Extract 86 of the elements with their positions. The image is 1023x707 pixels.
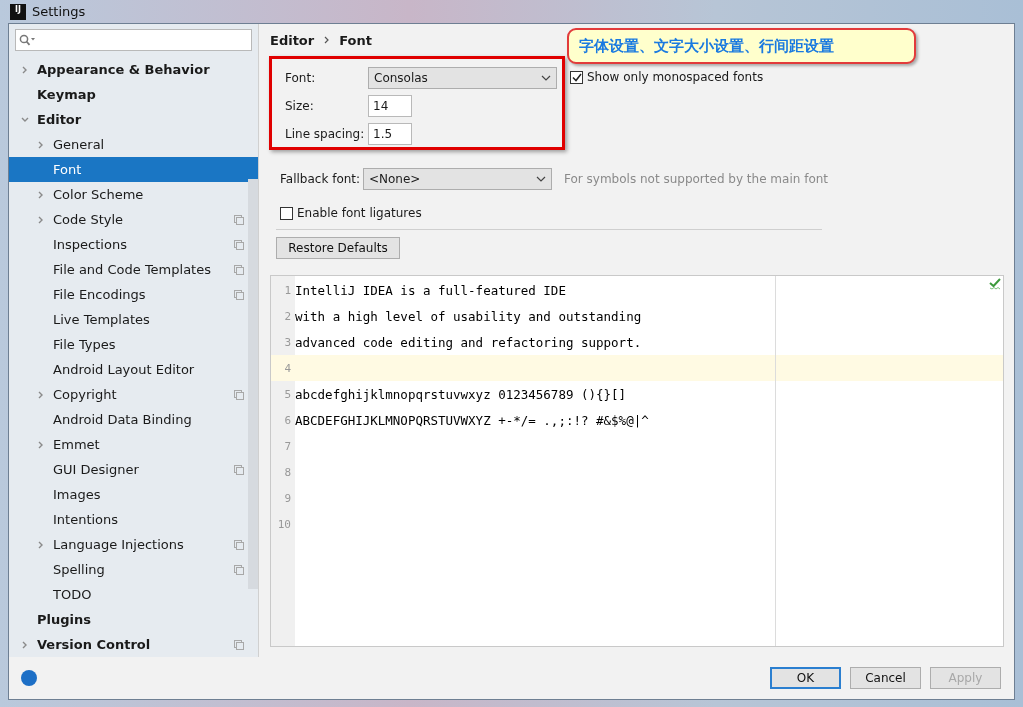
size-field[interactable]: 14 — [368, 95, 412, 117]
field-label: Font: — [285, 71, 317, 85]
fallback-font-dropdown[interactable]: <None> — [363, 168, 552, 190]
line-number: 1 — [283, 283, 292, 297]
sidebar-item[interactable]: Images — [9, 482, 248, 507]
sidebar-item[interactable]: Android Layout Editor — [9, 357, 248, 382]
sidebar-item[interactable]: Version Control — [9, 632, 248, 657]
scrollbar[interactable] — [248, 179, 258, 589]
sidebar-item[interactable]: Appearance & Behavior — [9, 57, 248, 82]
checkbox-label: Show only monospaced fonts — [587, 70, 764, 84]
copy-icon — [234, 464, 244, 475]
sidebar-item[interactable]: Color Scheme — [9, 182, 248, 207]
copy-icon — [234, 564, 244, 575]
line-number: 10 — [276, 517, 292, 531]
chevron-icon[interactable] — [37, 540, 45, 549]
sidebar-item[interactable]: Inspections — [9, 232, 248, 257]
caret-icon — [541, 75, 551, 81]
field-label: Line spacing: — [285, 127, 366, 141]
hint-text: For symbols not supported by the main font — [564, 172, 829, 186]
dialog-button[interactable]: OK — [770, 667, 841, 689]
line-number: 2 — [283, 309, 292, 323]
sidebar-item[interactable]: File and Code Templates — [9, 257, 248, 282]
copy-icon — [234, 639, 244, 650]
font-dropdown[interactable]: Consolas — [368, 67, 557, 89]
check-icon — [989, 278, 1001, 290]
sidebar-item[interactable]: File Encodings — [9, 282, 248, 307]
sidebar-item[interactable]: Font — [9, 157, 258, 182]
sidebar-item[interactable]: Emmet — [9, 432, 248, 457]
annotation-callout: 字体设置、文字大小设置、行间距设置 — [567, 28, 916, 64]
line-number: 9 — [283, 491, 292, 505]
line-number: 5 — [283, 387, 292, 401]
chevron-icon[interactable] — [21, 65, 29, 74]
line-spacing-field[interactable]: 1.5 — [368, 123, 412, 145]
checkbox-label: Enable font ligatures — [297, 206, 422, 220]
sidebar-item[interactable]: Live Templates — [9, 307, 248, 332]
sidebar-item[interactable]: Keymap — [9, 82, 248, 107]
checkbox[interactable] — [570, 70, 583, 84]
app-logo: IJ — [10, 3, 26, 20]
line-number: 7 — [283, 439, 292, 453]
line-number: 3 — [283, 335, 292, 349]
sidebar-item[interactable]: TODO — [9, 582, 248, 607]
chevron-icon[interactable] — [21, 640, 29, 649]
code-line: advanced code editing and refactoring support. — [295, 334, 642, 350]
field-label: Size: — [285, 99, 315, 113]
chevron-icon[interactable] — [37, 140, 45, 149]
copy-icon — [234, 239, 244, 250]
sidebar-item[interactable]: Code Style — [9, 207, 248, 232]
copy-icon — [234, 264, 244, 275]
sidebar-item[interactable]: Language Injections — [9, 532, 248, 557]
sidebar-item[interactable]: Editor — [9, 107, 248, 132]
sidebar-item[interactable]: Android Data Binding — [9, 407, 248, 432]
line-number: 4 — [283, 361, 292, 375]
sidebar-item[interactable]: GUI Designer — [9, 457, 248, 482]
checkbox[interactable] — [280, 206, 293, 220]
field-label: Fallback font: — [280, 172, 362, 186]
copy-icon — [234, 539, 244, 550]
code-line: abcdefghijklmnopqrstuvwxyz 0123456789 (){}[] — [295, 386, 627, 402]
chevron-icon — [324, 36, 330, 44]
search-icon — [19, 34, 36, 46]
search-field[interactable] — [15, 29, 252, 51]
chevron-icon[interactable] — [37, 440, 45, 449]
sidebar-item[interactable]: Spelling — [9, 557, 248, 582]
line-number: 6 — [283, 413, 292, 427]
chevron-icon[interactable] — [37, 390, 45, 399]
restore-defaults-button[interactable]: Restore Defaults — [276, 237, 400, 259]
code-line: ABCDEFGHIJKLMNOPQRSTUVWXYZ +-*/= .,;:!? #&$%@|^ — [295, 412, 649, 428]
dialog-button[interactable]: Cancel — [850, 667, 921, 689]
copy-icon — [234, 389, 244, 400]
sidebar-item[interactable]: Intentions — [9, 507, 248, 532]
breadcrumb-item: Font — [339, 32, 372, 48]
caret-icon — [536, 176, 546, 182]
sidebar-item[interactable]: Copyright — [9, 382, 248, 407]
breadcrumb-item: Editor — [270, 32, 315, 48]
copy-icon — [234, 214, 244, 225]
code-line: IntelliJ IDEA is a full-featured IDE — [295, 282, 566, 298]
sidebar-item[interactable]: General — [9, 132, 248, 157]
sidebar-item[interactable]: Plugins — [9, 607, 248, 632]
window-title: Settings — [32, 4, 86, 19]
chevron-icon[interactable] — [37, 190, 45, 199]
line-number: 8 — [283, 465, 292, 479]
chevron-icon[interactable] — [21, 115, 29, 124]
code-line: with a high level of usability and outstanding — [295, 308, 642, 324]
chevron-icon[interactable] — [37, 215, 45, 224]
sidebar-item[interactable]: File Types — [9, 332, 248, 357]
help-icon[interactable] — [21, 670, 37, 686]
copy-icon — [234, 289, 244, 300]
